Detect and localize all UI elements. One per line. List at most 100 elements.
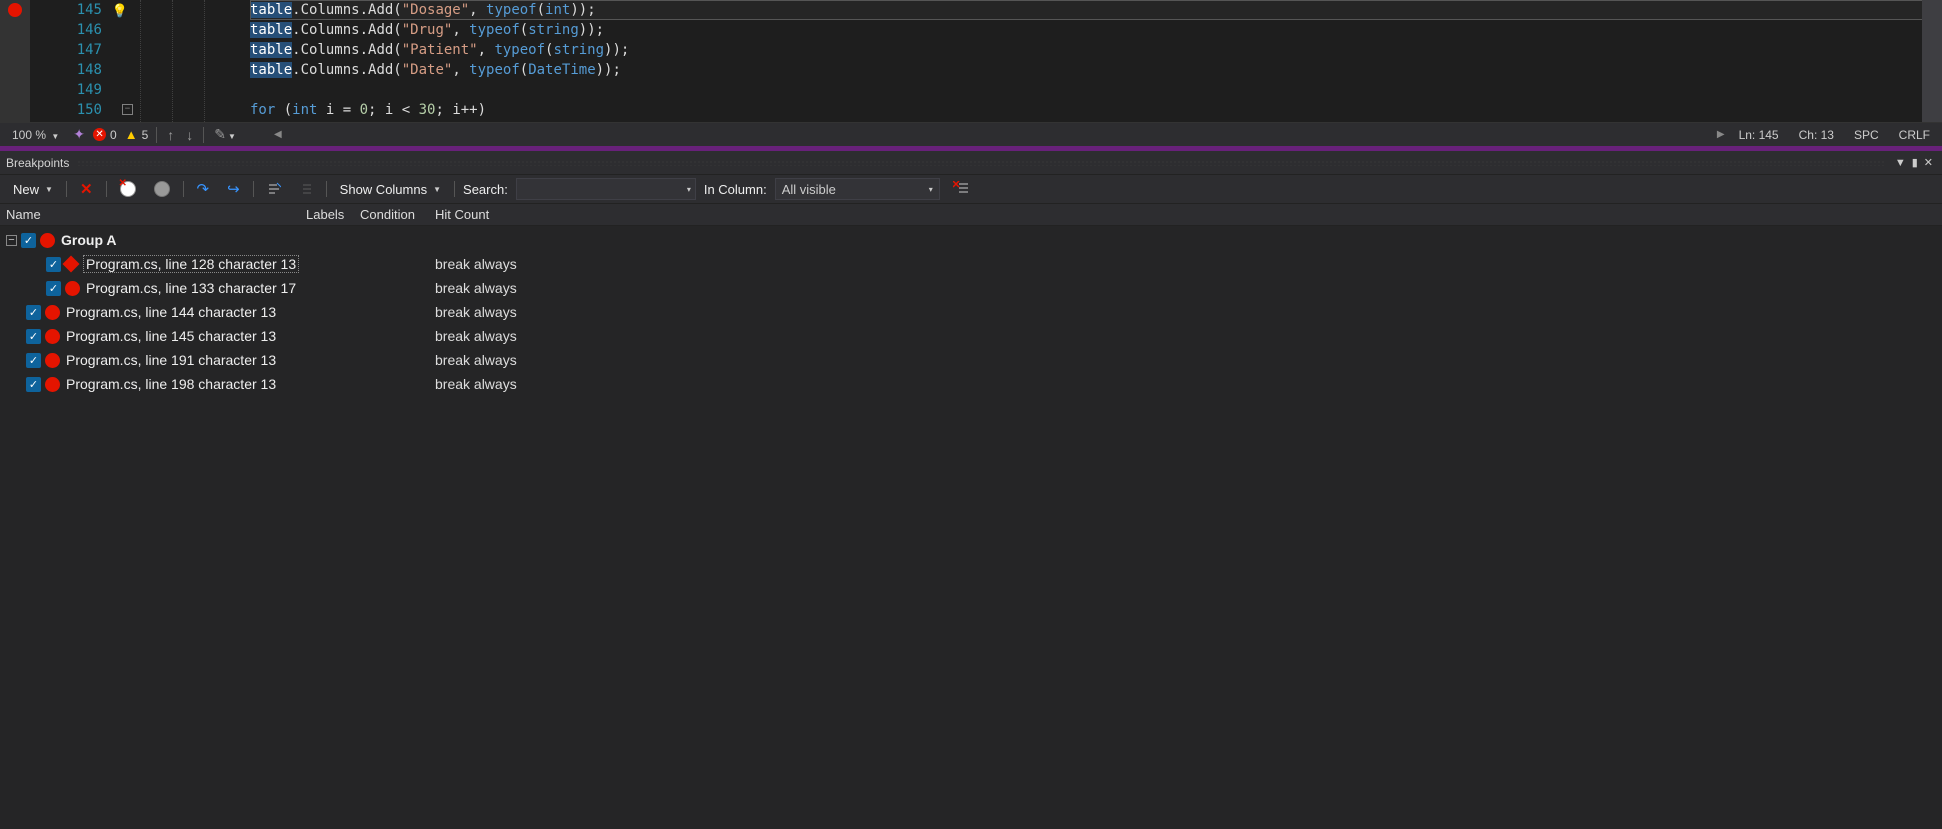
code-line[interactable] bbox=[250, 80, 1942, 100]
breakpoint-row[interactable]: ✓ Program.cs, line 198 character 13 brea… bbox=[0, 372, 1942, 396]
breakpoint-row[interactable]: ✓ Program.cs, line 144 character 13 brea… bbox=[0, 300, 1942, 324]
checkbox-checked-icon[interactable]: ✓ bbox=[46, 257, 61, 272]
scroll-left-icon[interactable]: ◀ bbox=[274, 129, 282, 140]
vertical-scrollbar[interactable] bbox=[1922, 0, 1942, 122]
go-to-source-button[interactable] bbox=[262, 179, 286, 199]
breakpoint-glyph-icon[interactable] bbox=[8, 3, 22, 17]
pin-icon[interactable]: ▮ bbox=[1909, 156, 1921, 169]
col-hitcount[interactable]: Hit Count bbox=[429, 204, 549, 225]
breakpoint-diamond-icon bbox=[63, 256, 80, 273]
breakpoint-circle-icon bbox=[65, 281, 80, 296]
hit-count: break always bbox=[435, 304, 555, 320]
line-number: 150 bbox=[77, 102, 102, 118]
breakpoint-name: Program.cs, line 144 character 13 bbox=[66, 304, 276, 320]
close-icon[interactable]: ✕ bbox=[1921, 156, 1936, 169]
zoom-level[interactable]: 100 % ▼ bbox=[6, 128, 65, 142]
breakpoint-name: Program.cs, line 133 character 17 bbox=[86, 280, 296, 296]
arrow-up-icon[interactable]: ↑ bbox=[165, 127, 176, 143]
collapse-icon[interactable]: − bbox=[6, 235, 17, 246]
checkbox-checked-icon[interactable]: ✓ bbox=[46, 281, 61, 296]
brush-icon[interactable]: ✎▼ bbox=[212, 126, 238, 143]
breakpoint-name: Program.cs, line 198 character 13 bbox=[66, 376, 276, 392]
scroll-right-icon[interactable]: ▶ bbox=[1717, 129, 1725, 140]
divider bbox=[156, 127, 157, 143]
line-number: 149 bbox=[77, 82, 102, 98]
line-ending[interactable]: CRLF bbox=[1893, 128, 1936, 142]
indent-mode[interactable]: SPC bbox=[1848, 128, 1885, 142]
line-number: 145 bbox=[77, 2, 102, 18]
breakpoint-circle-icon bbox=[45, 329, 60, 344]
hit-count: break always bbox=[435, 256, 555, 272]
breakpoint-name: Program.cs, line 191 character 13 bbox=[66, 352, 276, 368]
caret-char[interactable]: Ch: 13 bbox=[1793, 128, 1840, 142]
breakpoints-panel-title[interactable]: Breakpoints ▼ ▮ ✕ bbox=[0, 151, 1942, 174]
divider bbox=[66, 181, 67, 197]
line-number: 146 bbox=[77, 22, 102, 38]
caret-down-icon: ▼ bbox=[51, 132, 59, 141]
caret-down-icon: ▾ bbox=[929, 185, 933, 194]
breakpoint-group-row[interactable]: − ✓ Group A bbox=[0, 228, 1942, 252]
new-breakpoint-button[interactable]: New▼ bbox=[8, 179, 58, 200]
code-line[interactable]: table.Columns.Add("Patient", typeof(stri… bbox=[250, 40, 1942, 60]
import-arrow-icon: ↷ bbox=[197, 180, 210, 198]
breakpoint-row[interactable]: ✓ Program.cs, line 128 character 13 brea… bbox=[0, 252, 1942, 276]
breakpoints-header-row: Name Labels Condition Hit Count bbox=[0, 204, 1942, 226]
checkbox-checked-icon[interactable]: ✓ bbox=[21, 233, 36, 248]
line-number-gutter: 145 💡 146 147 148 149 150 bbox=[30, 0, 110, 122]
export-arrow-icon: ↪ bbox=[227, 180, 240, 198]
go-to-disassembly-button[interactable] bbox=[294, 179, 318, 199]
checkbox-checked-icon[interactable]: ✓ bbox=[26, 353, 41, 368]
panel-title-text: Breakpoints bbox=[6, 156, 69, 170]
fold-minus-icon[interactable]: − bbox=[122, 104, 133, 115]
show-columns-button[interactable]: Show Columns▼ bbox=[335, 179, 446, 200]
in-column-select[interactable]: All visible▾ bbox=[775, 178, 940, 200]
breakpoints-toolbar: New▼ ✕ ✕ ↷ ↪ Show Columns▼ Search: ▾ In … bbox=[0, 174, 1942, 204]
code-text-area[interactable]: − table.Columns.Add("Dosage", typeof(int… bbox=[110, 0, 1942, 122]
divider bbox=[326, 181, 327, 197]
caret-down-icon: ▼ bbox=[433, 185, 441, 194]
breakpoint-row[interactable]: ✓ Program.cs, line 145 character 13 brea… bbox=[0, 324, 1942, 348]
import-button[interactable]: ↷ bbox=[192, 177, 215, 201]
code-line[interactable]: table.Columns.Add("Drug", typeof(string)… bbox=[250, 20, 1942, 40]
hit-count: break always bbox=[435, 280, 555, 296]
warning-icon: ▲ bbox=[125, 127, 138, 142]
error-count[interactable]: ✕0 bbox=[93, 128, 117, 142]
col-condition[interactable]: Condition bbox=[354, 204, 429, 225]
window-dropdown-icon[interactable]: ▼ bbox=[1892, 157, 1909, 169]
breakpoint-row[interactable]: ✓ Program.cs, line 133 character 17 brea… bbox=[0, 276, 1942, 300]
breakpoint-row[interactable]: ✓ Program.cs, line 191 character 13 brea… bbox=[0, 348, 1942, 372]
breakpoint-name: Program.cs, line 145 character 13 bbox=[66, 328, 276, 344]
code-line[interactable]: table.Columns.Add("Date", typeof(DateTim… bbox=[250, 60, 1942, 80]
search-input[interactable]: ▾ bbox=[516, 178, 696, 200]
breakpoint-margin[interactable] bbox=[0, 0, 30, 122]
code-line[interactable]: table.Columns.Add("Dosage", typeof(int))… bbox=[250, 0, 1942, 20]
line-number: 148 bbox=[77, 62, 102, 78]
clear-search-icon bbox=[953, 181, 969, 197]
export-button[interactable]: ↪ bbox=[222, 177, 245, 201]
grip-icon bbox=[77, 160, 1883, 166]
hit-count: break always bbox=[435, 352, 555, 368]
clear-search-button[interactable] bbox=[948, 178, 974, 200]
checkbox-checked-icon[interactable]: ✓ bbox=[26, 329, 41, 344]
warning-count[interactable]: ▲5 bbox=[125, 127, 149, 142]
col-name[interactable]: Name bbox=[0, 204, 300, 225]
code-editor[interactable]: 145 💡 146 147 148 149 150 − table.Column… bbox=[0, 0, 1942, 122]
health-icon[interactable]: ✦ bbox=[73, 126, 85, 143]
code-line[interactable]: for (int i = 0; i < 30; i++) bbox=[250, 100, 1942, 120]
delete-breakpoint-button[interactable]: ✕ bbox=[75, 177, 98, 201]
goto-disassembly-icon bbox=[299, 182, 313, 196]
arrow-down-icon[interactable]: ↓ bbox=[184, 127, 195, 143]
delete-all-button[interactable]: ✕ bbox=[115, 178, 141, 200]
group-label: Group A bbox=[61, 232, 116, 248]
caret-down-icon: ▼ bbox=[45, 185, 53, 194]
col-labels[interactable]: Labels bbox=[300, 204, 354, 225]
breakpoint-circle-icon bbox=[45, 377, 60, 392]
breakpoint-circle-icon bbox=[40, 233, 55, 248]
circle-white-icon: ✕ bbox=[120, 181, 136, 197]
checkbox-checked-icon[interactable]: ✓ bbox=[26, 377, 41, 392]
hit-count: break always bbox=[435, 376, 555, 392]
toggle-all-button[interactable] bbox=[149, 178, 175, 200]
breakpoint-circle-icon bbox=[45, 353, 60, 368]
caret-line[interactable]: Ln: 145 bbox=[1733, 128, 1785, 142]
checkbox-checked-icon[interactable]: ✓ bbox=[26, 305, 41, 320]
